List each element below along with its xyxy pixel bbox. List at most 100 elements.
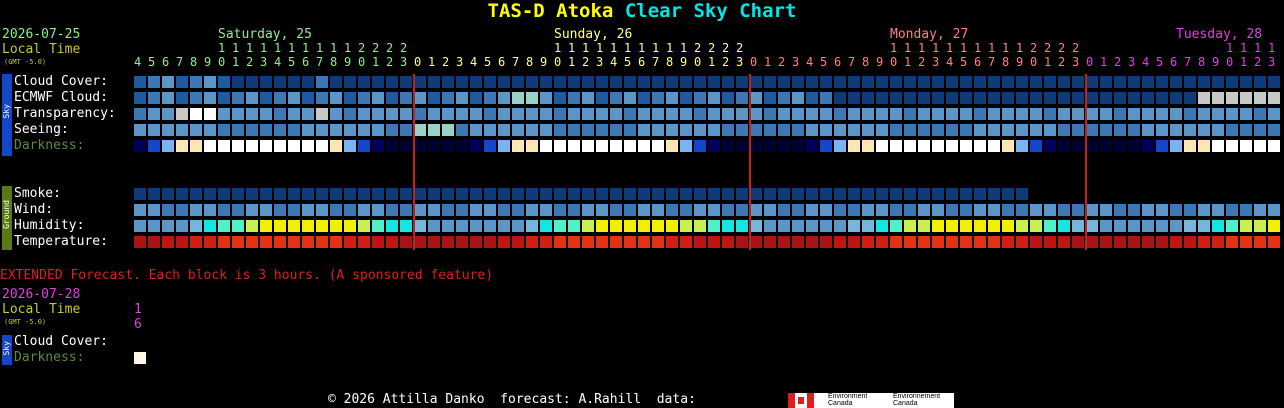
- hour-ones: 5: [1156, 55, 1164, 69]
- hour-ones: 8: [862, 55, 870, 69]
- cloud-block: [708, 76, 720, 88]
- temperature-block: [638, 236, 650, 248]
- transparency-block: [960, 108, 972, 120]
- smoke-block: [428, 188, 440, 200]
- transparency-block: [1240, 108, 1252, 120]
- hour-tens: 1: [554, 41, 562, 55]
- cloud-block: [1226, 76, 1238, 88]
- seeing-block: [806, 124, 818, 136]
- seeing-block: [974, 124, 986, 136]
- wind-block: [470, 204, 482, 216]
- wind-block: [400, 204, 412, 216]
- temperature-block: [988, 236, 1000, 248]
- row-label-hum: Humidity:: [14, 218, 85, 233]
- cloud-block: [652, 76, 664, 88]
- temperature-block: [540, 236, 552, 248]
- cloud-block: [428, 76, 440, 88]
- darkness-block: [1142, 140, 1154, 152]
- smoke-block: [960, 188, 972, 200]
- ecmwf-block: [1086, 92, 1098, 104]
- ecmwf-block: [834, 92, 846, 104]
- darkness-block: [246, 140, 258, 152]
- smoke-block: [582, 188, 594, 200]
- humidity-block: [302, 220, 314, 232]
- darkness-block: [1030, 140, 1042, 152]
- ecmwf-block: [386, 92, 398, 104]
- hour-tens: 2: [400, 41, 408, 55]
- wind-block: [1114, 204, 1126, 216]
- cloud-block: [442, 76, 454, 88]
- logo-text-en: Environment Canada: [828, 393, 868, 407]
- ecmwf-block: [134, 92, 146, 104]
- smoke-block: [610, 188, 622, 200]
- hour-tens: 1: [218, 41, 226, 55]
- cloud-block: [400, 76, 412, 88]
- cloud-block: [246, 76, 258, 88]
- hour-tens: 1: [330, 41, 338, 55]
- hour-ones: 6: [1170, 55, 1178, 69]
- cloud-block: [484, 76, 496, 88]
- transparency-block: [330, 108, 342, 120]
- seeing-block: [246, 124, 258, 136]
- wind-block: [862, 204, 874, 216]
- humidity-block: [1198, 220, 1210, 232]
- cloud-block: [1128, 76, 1140, 88]
- temperature-block: [358, 236, 370, 248]
- wind-block: [708, 204, 720, 216]
- wind-block: [750, 204, 762, 216]
- row-label-temp: Temperature:: [14, 234, 108, 249]
- darkness-block: [778, 140, 790, 152]
- seeing-block: [302, 124, 314, 136]
- cloud-block: [344, 76, 356, 88]
- cloud-block: [722, 76, 734, 88]
- smoke-block: [946, 188, 958, 200]
- ecmwf-block: [414, 92, 426, 104]
- transparency-block: [246, 108, 258, 120]
- humidity-block: [1254, 220, 1266, 232]
- seeing-block: [736, 124, 748, 136]
- wind-block: [246, 204, 258, 216]
- cloud-block: [1156, 76, 1168, 88]
- ecmwf-block: [1268, 92, 1280, 104]
- cloud-block: [232, 76, 244, 88]
- chart-name: Clear Sky Chart: [624, 0, 797, 22]
- cloud-block: [666, 76, 678, 88]
- temperature-block: [652, 236, 664, 248]
- transparency-block: [288, 108, 300, 120]
- wind-block: [820, 204, 832, 216]
- transparency-block: [722, 108, 734, 120]
- temperature-block: [526, 236, 538, 248]
- darkness-block: [722, 140, 734, 152]
- transparency-block: [890, 108, 902, 120]
- hour-ones: 5: [288, 55, 296, 69]
- wind-block: [792, 204, 804, 216]
- humidity-block: [190, 220, 202, 232]
- seeing-block: [1072, 124, 1084, 136]
- seeing-block: [1100, 124, 1112, 136]
- humidity-block: [414, 220, 426, 232]
- smoke-block: [316, 188, 328, 200]
- seeing-block: [568, 124, 580, 136]
- wind-block: [302, 204, 314, 216]
- cloud-block: [918, 76, 930, 88]
- ecmwf-block: [624, 92, 636, 104]
- wind-block: [932, 204, 944, 216]
- ecmwf-block: [1198, 92, 1210, 104]
- transparency-block: [792, 108, 804, 120]
- humidity-block: [890, 220, 902, 232]
- darkness-block: [596, 140, 608, 152]
- temperature-block: [260, 236, 272, 248]
- cloud-block: [1170, 76, 1182, 88]
- darkness-block: [974, 140, 986, 152]
- darkness-block: [358, 140, 370, 152]
- hour-tens: 1: [260, 41, 268, 55]
- humidity-block: [624, 220, 636, 232]
- hour-tens: 1: [288, 41, 296, 55]
- smoke-block: [176, 188, 188, 200]
- smoke-block: [148, 188, 160, 200]
- darkness-block: [456, 140, 468, 152]
- transparency-block: [134, 108, 146, 120]
- hour-ones: 2: [778, 55, 786, 69]
- ecmwf-block: [582, 92, 594, 104]
- hour-ones: 1: [428, 55, 436, 69]
